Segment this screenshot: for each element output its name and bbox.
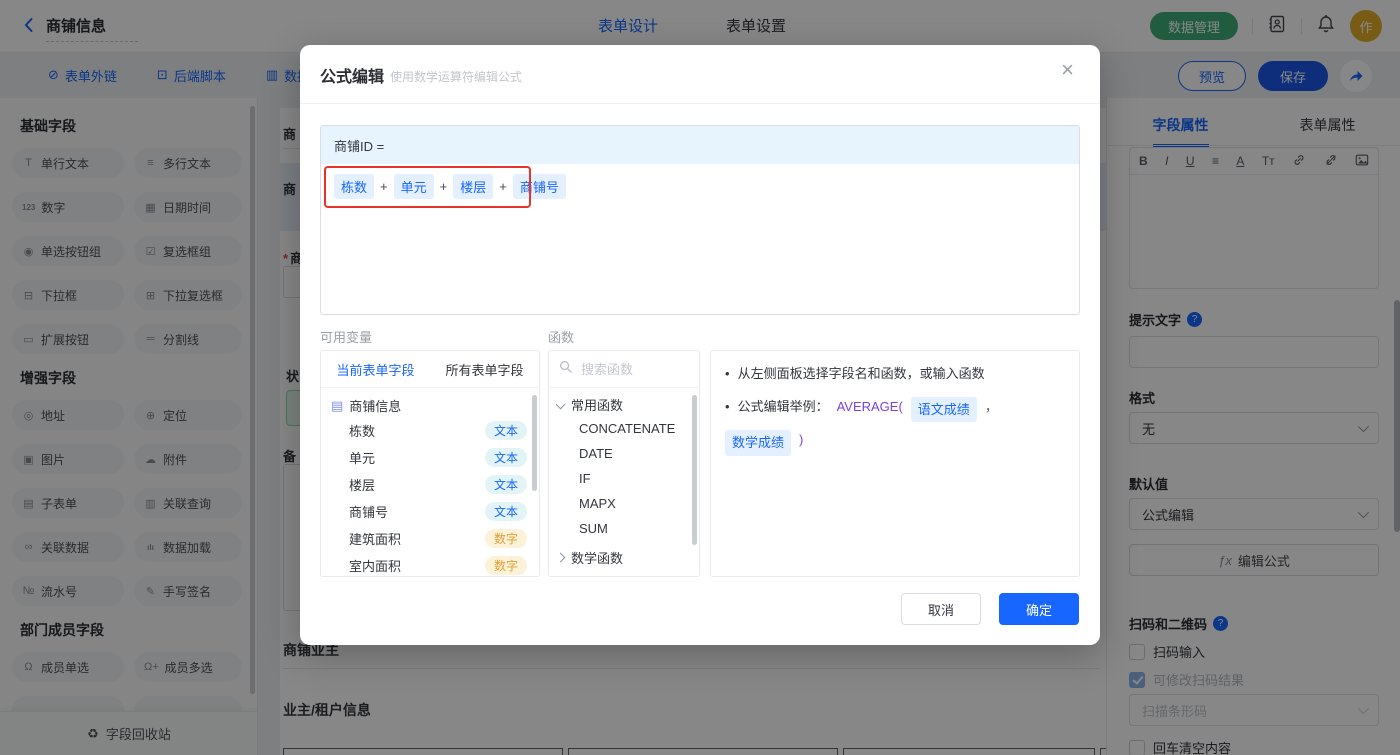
variable-row[interactable]: 商铺号 文本 xyxy=(321,498,539,525)
formula-token[interactable]: 楼层 xyxy=(453,174,494,199)
confirm-button[interactable]: 确定 xyxy=(999,593,1079,625)
variables-panel: 当前表单字段 所有表单字段 ▤ 商铺信息 栋数 文本 单元 文本 楼层 文本 商铺号文… xyxy=(320,350,540,577)
plus-operator: + xyxy=(439,179,448,194)
plus-operator: + xyxy=(380,179,388,194)
app: 商铺信息 表单设计 表单设置 数据管理 作 ⊘ 表单外链 ⊡ 后端脚本 ▥ 预览… xyxy=(0,0,1400,755)
function-item[interactable]: MAPX xyxy=(549,491,699,516)
function-item[interactable]: SUM xyxy=(549,516,699,541)
type-badge: 文本 xyxy=(484,502,527,521)
function-group-common[interactable]: 常用函数 xyxy=(549,388,699,416)
variable-row[interactable]: 楼层 文本 xyxy=(321,471,539,498)
type-badge: 数字 xyxy=(484,556,527,575)
formula-edit-modal: 公式编辑 使用数学运算符编辑公式 × 商铺ID = 栋数 + 单元 + 楼层 +… xyxy=(300,45,1100,645)
type-badge: 数字 xyxy=(484,529,527,548)
help-tip-1: • 从左侧面板选择字段名和函数，或输入函数 xyxy=(725,366,985,381)
function-search-input[interactable] xyxy=(579,360,683,378)
function-search xyxy=(549,351,699,388)
divider xyxy=(300,103,1100,104)
example-arg-chip: 数学成绩 xyxy=(725,430,792,456)
variables-group-row[interactable]: ▤ 商铺信息 xyxy=(321,388,539,417)
type-badge: 文本 xyxy=(484,475,527,494)
chevron-right-icon xyxy=(555,552,566,563)
document-icon: ▤ xyxy=(331,397,344,413)
functions-scrollbar[interactable] xyxy=(692,395,697,545)
tab-current-form-fields[interactable]: 当前表单字段 xyxy=(321,351,430,387)
example-function-name: AVERAGE( xyxy=(836,398,903,414)
functions-panel: 常用函数 CONCATENATE DATE IF MAPX SUM 数学函数 文… xyxy=(548,350,700,577)
close-icon[interactable]: × xyxy=(1061,59,1074,81)
variable-row[interactable]: 单元 文本 xyxy=(321,444,539,471)
formula-expression: 栋数 + 单元 + 楼层 + 商铺号 xyxy=(334,174,566,199)
formula-token[interactable]: 商铺号 xyxy=(512,174,566,199)
variable-row[interactable]: 栋数 文本 xyxy=(321,417,539,444)
modal-subtitle: 使用数学运算符编辑公式 xyxy=(390,70,523,84)
formula-editor-box[interactable]: 商铺ID = 栋数 + 单元 + 楼层 + 商铺号 xyxy=(320,125,1080,315)
modal-title: 公式编辑 xyxy=(320,69,385,86)
function-item[interactable]: CONCATENATE xyxy=(549,416,699,441)
function-group-math[interactable]: 数学函数 xyxy=(549,541,699,569)
type-badge: 文本 xyxy=(484,421,527,440)
functions-label: 函数 xyxy=(548,330,575,345)
type-badge: 文本 xyxy=(484,448,527,467)
variable-row[interactable]: 建筑面积 数字 xyxy=(321,525,539,552)
function-item[interactable]: DATE xyxy=(549,441,699,466)
cancel-button[interactable]: 取消 xyxy=(901,593,981,625)
formula-token[interactable]: 单元 xyxy=(393,174,434,199)
variable-row[interactable]: 室内面积 数字 xyxy=(321,552,539,576)
search-icon xyxy=(559,360,572,378)
formula-target-label: 商铺ID = xyxy=(334,138,385,154)
plus-operator: + xyxy=(499,179,507,194)
example-arg-chip: 语文成绩 xyxy=(910,396,977,422)
tab-all-form-fields[interactable]: 所有表单字段 xyxy=(430,351,539,387)
formula-token[interactable]: 栋数 xyxy=(334,174,375,199)
variables-scrollbar[interactable] xyxy=(532,395,537,491)
formula-target-band: 商铺ID = xyxy=(321,126,1079,164)
help-tip-2: • 公式编辑举例： AVERAGE( 语文成绩 ， 数学成绩 ) xyxy=(711,384,1079,456)
function-item[interactable]: IF xyxy=(549,466,699,491)
chevron-down-icon xyxy=(555,399,566,410)
variables-tabs: 当前表单字段 所有表单字段 xyxy=(321,351,539,388)
variables-label: 可用变量 xyxy=(320,330,373,345)
formula-help-panel: • 从左侧面板选择字段名和函数，或输入函数 • 公式编辑举例： AVERAGE(… xyxy=(710,350,1080,577)
function-group-text[interactable]: 文本函数 xyxy=(549,569,699,576)
